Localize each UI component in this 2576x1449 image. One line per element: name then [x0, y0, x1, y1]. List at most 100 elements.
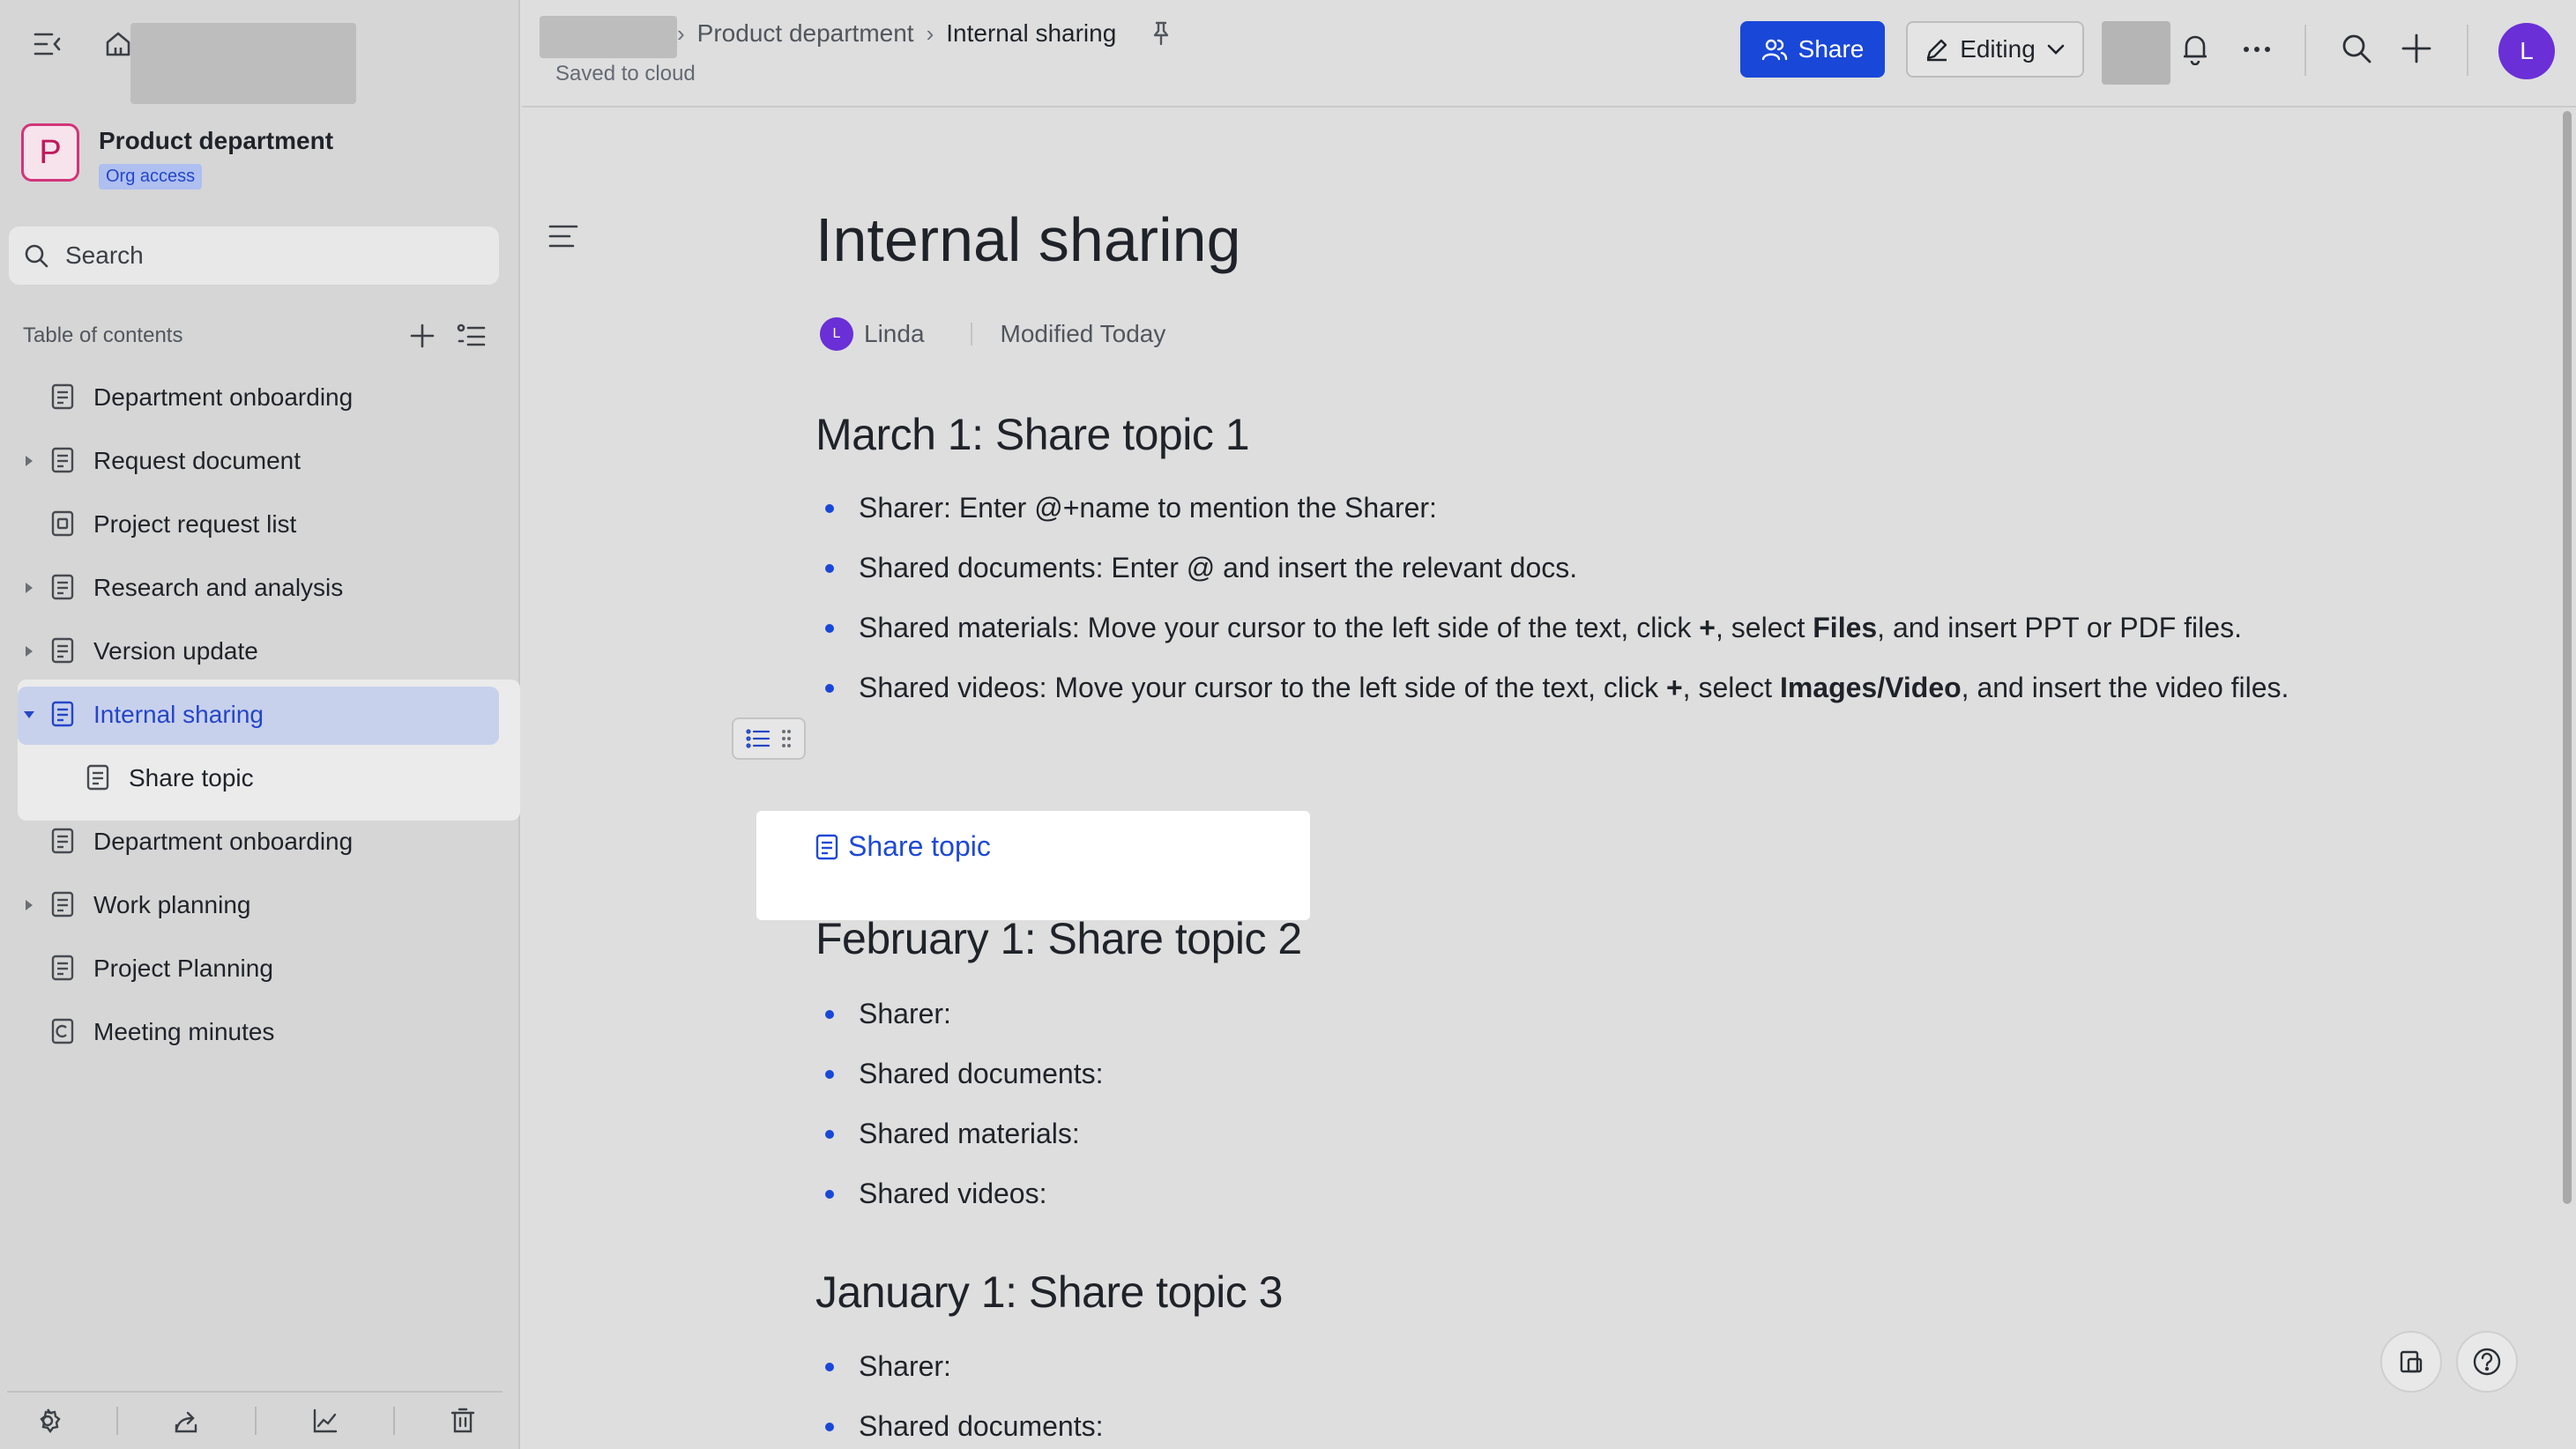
bullet-text: Shared documents: Enter @ and insert the…: [859, 552, 1578, 583]
bullet-item[interactable]: Shared documents:: [820, 1403, 2301, 1449]
analytics-icon[interactable]: [312, 1408, 339, 1434]
link-card-title: Share topic: [848, 830, 991, 862]
more-icon[interactable]: [2239, 32, 2276, 69]
sidebar-search[interactable]: Search: [9, 227, 499, 285]
trash-icon[interactable]: [450, 1408, 475, 1434]
chevron-right-icon: ›: [677, 19, 685, 47]
caret-right-icon[interactable]: [21, 453, 37, 469]
sidebar-item[interactable]: Research and analysis: [0, 556, 520, 620]
document-meta: L Linda Modified Today: [820, 317, 1165, 351]
bullet-item[interactable]: Sharer: Enter @+name to mention the Shar…: [820, 485, 2301, 531]
modified-time: Modified Today: [1000, 320, 1166, 347]
sidebar-item[interactable]: Request document: [0, 429, 520, 493]
bullet-item[interactable]: Shared documents:: [820, 1051, 2301, 1096]
sidebar-item-label: Request document: [93, 447, 302, 474]
bold-text: +: [1699, 612, 1716, 643]
bullet-list: Sharer: Shared documents: Shared materials…: [820, 991, 2301, 1230]
search-icon[interactable]: [2340, 32, 2377, 69]
sidebar-item-label: Internal sharing: [93, 701, 264, 728]
bullet-item[interactable]: Sharer:: [820, 991, 2301, 1037]
doc-icon: [49, 890, 79, 920]
sidebar-item[interactable]: Project Planning: [0, 937, 520, 1000]
bullet-list: Sharer: Enter @+name to mention the Shar…: [820, 485, 2301, 724]
sidebar-item[interactable]: Share topic: [0, 747, 520, 810]
bullet-text: , select: [1682, 672, 1780, 703]
section-heading[interactable]: February 1: Share topic 2: [815, 913, 1302, 964]
caret-down-icon[interactable]: [21, 707, 37, 723]
doc-tools-button[interactable]: [2380, 1331, 2442, 1393]
bullet-item[interactable]: Shared videos: Move your cursor to the l…: [820, 665, 2301, 710]
caret-right-icon[interactable]: [21, 897, 37, 913]
share-out-icon[interactable]: [173, 1408, 199, 1434]
share-button[interactable]: Share: [1740, 21, 1885, 78]
bullet-item[interactable]: Sharer:: [820, 1343, 2301, 1389]
collaborator-avatars[interactable]: [2102, 21, 2170, 85]
calendar-doc-icon: [49, 1017, 79, 1047]
outline-icon[interactable]: [548, 224, 582, 257]
sidebar-item-label: Share topic: [129, 764, 254, 791]
pencil-icon: [1925, 37, 1949, 62]
toc-label: Table of contents: [23, 323, 183, 347]
breadcrumb-current[interactable]: Internal sharing: [946, 19, 1116, 48]
doc-link-card[interactable]: Share topic: [756, 811, 1310, 920]
user-avatar[interactable]: L: [2498, 23, 2555, 79]
bell-icon[interactable]: [2179, 32, 2216, 69]
sidebar-item[interactable]: Department onboarding: [0, 810, 520, 873]
bullet-item[interactable]: Shared videos:: [820, 1170, 2301, 1216]
breadcrumb-root[interactable]: [540, 16, 677, 58]
doc-icon: [49, 573, 79, 603]
list-icon: [746, 729, 771, 748]
editing-mode-dropdown[interactable]: Editing: [1906, 21, 2084, 78]
bullet-item[interactable]: Shared materials:: [820, 1111, 2301, 1156]
sidebar-item[interactable]: Meeting minutes: [0, 1000, 520, 1064]
add-page-icon[interactable]: [404, 317, 441, 354]
bullet-item[interactable]: Shared materials: Move your cursor to th…: [820, 605, 2301, 650]
save-status: Saved to cloud: [555, 62, 696, 85]
section-heading[interactable]: January 1: Share topic 3: [815, 1267, 1284, 1318]
share-label: Share: [1798, 35, 1865, 63]
search-placeholder: Search: [65, 242, 144, 269]
sidebar-item[interactable]: Version update: [0, 620, 520, 683]
sidebar-item[interactable]: Work planning: [0, 873, 520, 937]
sidebar-item[interactable]: Project request list: [0, 493, 520, 556]
sidebar: P Product department Org access Search T…: [0, 0, 520, 1449]
caret-right-icon[interactable]: [21, 643, 37, 659]
chevron-right-icon: ›: [926, 19, 934, 47]
sidebar-item[interactable]: Department onboarding: [0, 366, 520, 429]
sidebar-item-label: Department onboarding: [93, 383, 354, 411]
bold-text: Images/Video: [1779, 672, 1962, 703]
pin-icon[interactable]: [1148, 20, 1174, 47]
chevron-down-icon: [2046, 43, 2066, 56]
bullet-text: Shared documents:: [859, 1058, 1104, 1089]
help-icon[interactable]: [2456, 1331, 2518, 1393]
users-icon: [1761, 37, 1788, 62]
access-badge: Org access: [99, 164, 203, 189]
bullet-item[interactable]: Shared documents: Enter @ and insert the…: [820, 545, 2301, 591]
bullet-text: Sharer:: [859, 1350, 951, 1382]
bullet-text: Shared videos:: [859, 1178, 1047, 1209]
scrollbar[interactable]: [2563, 111, 2572, 1204]
space-header[interactable]: P Product department Org access: [21, 123, 333, 189]
toc-list-icon[interactable]: [453, 317, 490, 354]
bullet-text: Shared documents:: [859, 1410, 1104, 1442]
new-icon[interactable]: [2400, 32, 2437, 69]
sidebar-footer: [7, 1391, 503, 1449]
bullet-text: , and insert the video files.: [1961, 672, 2289, 703]
document-title[interactable]: Internal sharing: [815, 204, 1241, 275]
breadcrumb: › Product department › Internal sharing: [677, 19, 1174, 48]
author-name[interactable]: Linda: [864, 320, 925, 348]
bullet-text: Sharer: Enter @+name to mention the Shar…: [859, 492, 1437, 524]
bullet-text: , select: [1715, 612, 1813, 643]
block-handle[interactable]: [732, 717, 806, 760]
document-canvas: Internal sharing L Linda Modified Today …: [522, 109, 2576, 1449]
breadcrumb-item[interactable]: Product department: [697, 19, 914, 48]
space-name: Product department: [99, 127, 334, 154]
doc-icon: [49, 954, 79, 984]
collapse-sidebar-icon[interactable]: [30, 26, 65, 62]
caret-right-icon[interactable]: [21, 580, 37, 596]
drag-handle-icon: [781, 729, 792, 748]
section-heading[interactable]: March 1: Share topic 1: [815, 409, 1250, 460]
author-avatar[interactable]: L: [820, 317, 853, 351]
settings-icon[interactable]: [34, 1408, 61, 1434]
sidebar-item[interactable]: Internal sharing: [0, 683, 520, 747]
